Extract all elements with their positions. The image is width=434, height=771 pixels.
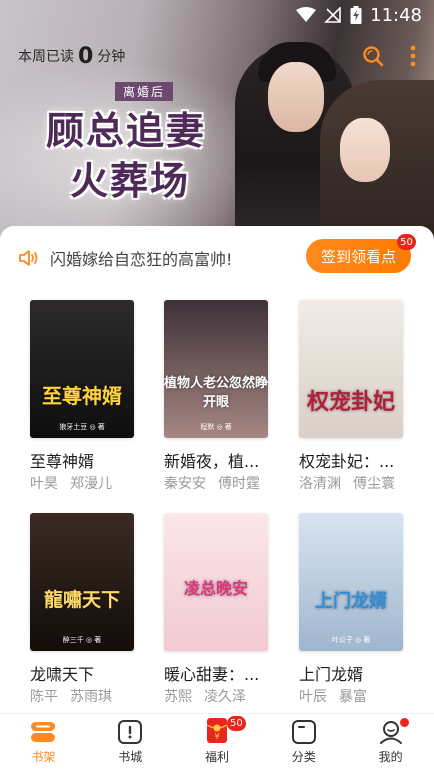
book-title[interactable]: 上门龙婿 bbox=[299, 661, 427, 685]
tab-label: 书架 bbox=[31, 750, 56, 764]
checkin-button[interactable]: 签到领看点 bbox=[306, 239, 411, 273]
status-bar: 11:48 bbox=[0, 0, 434, 30]
notice-message: 闪婚嫁给自恋狂的高富帅! bbox=[50, 250, 233, 269]
book-tags: 苏熙 凌久泽 bbox=[164, 686, 292, 706]
more-options-icon[interactable] bbox=[410, 45, 416, 67]
status-time: 11:48 bbox=[370, 4, 422, 26]
tab-label: 福利 bbox=[204, 750, 229, 764]
book-cover[interactable]: 植物人老公忽然睁开眼程默 ◎ 著 bbox=[164, 300, 268, 438]
book-title[interactable]: 暖心甜妻：... bbox=[164, 661, 292, 685]
tab-category[interactable]: 分类 bbox=[260, 714, 347, 771]
banner-title-line1: 顾总追妻 bbox=[46, 108, 207, 153]
book-tag: 凌久泽 bbox=[204, 689, 246, 705]
book-cover[interactable]: 上门龙婿叶公子 ◎ 著 bbox=[299, 513, 403, 651]
book-tag: 秦安安 bbox=[164, 476, 206, 492]
tab-label: 我的 bbox=[378, 750, 403, 764]
book-tag: 暴富 bbox=[339, 689, 367, 705]
book-tag: 傅时霆 bbox=[218, 476, 260, 492]
book-title[interactable]: 龙啸天下 bbox=[30, 661, 158, 685]
profile-notification-dot bbox=[399, 718, 409, 727]
book-cover-title: 权宠卦妃 bbox=[306, 389, 395, 415]
book-title[interactable]: 权宠卦妃：... bbox=[299, 448, 427, 472]
book-tag: 郑漫儿 bbox=[70, 476, 112, 492]
book-tag: 苏熙 bbox=[164, 689, 192, 705]
book-tags: 秦安安 傅时霆 bbox=[164, 473, 292, 493]
book-cover[interactable]: 凌总晚安 bbox=[164, 513, 268, 651]
book-title[interactable]: 至尊神婿 bbox=[30, 448, 158, 472]
svg-text:¥: ¥ bbox=[214, 732, 219, 741]
weekly-read-prefix: 本周已读 bbox=[18, 49, 74, 65]
tab-profile[interactable]: 我的 bbox=[347, 714, 434, 771]
bottom-tab-bar: 书架 书城 ¥ 福利 50 分类 我的 bbox=[0, 713, 434, 771]
book-tags: 陈平 苏雨琪 bbox=[30, 686, 158, 706]
weekly-reading-bar: 本周已读 0 分钟 bbox=[0, 38, 434, 74]
banner-woman-face bbox=[340, 118, 390, 182]
tab-label: 分类 bbox=[291, 750, 316, 764]
app-screen: 离婚后 顾总追妻 火葬场 11:48 本周已读 0 分钟 闪婚嫁给自恋狂的高富帅… bbox=[0, 0, 434, 771]
book-cover[interactable]: 权宠卦妃 bbox=[299, 300, 403, 438]
promo-banner[interactable]: 离婚后 顾总追妻 火葬场 bbox=[0, 0, 434, 245]
book-tag: 苏雨琪 bbox=[70, 689, 112, 705]
book-tag: 叶辰 bbox=[299, 689, 327, 705]
banner-subtitle: 离婚后 bbox=[115, 82, 174, 101]
book-cover-title: 凌总晚安 bbox=[183, 579, 248, 598]
book-cover-title: 植物人老公忽然睁开眼 bbox=[164, 376, 268, 410]
book-tags: 洛清渊 傅尘寰 bbox=[299, 473, 427, 493]
wifi-icon bbox=[296, 7, 317, 22]
weekly-read-minutes: 0 bbox=[78, 43, 94, 69]
book-cover-title: 上门龙婿 bbox=[315, 591, 387, 612]
checkin-badge: 50 bbox=[397, 234, 416, 250]
banner-title-line2: 火葬场 bbox=[70, 158, 191, 203]
book-cover-title: 至尊神婿 bbox=[42, 384, 122, 408]
book-tags: 叶昊 郑漫儿 bbox=[30, 473, 158, 493]
bookstore-icon bbox=[118, 720, 143, 744]
book-cover-author: 狼牙土豆 ◎ 著 bbox=[59, 423, 105, 431]
tab-bookshelf[interactable]: 书架 bbox=[0, 714, 87, 771]
book-cover[interactable]: 至尊神婿狼牙土豆 ◎ 著 bbox=[30, 300, 134, 438]
book-cover-author: 叶公子 ◎ 著 bbox=[331, 636, 371, 644]
book-tag: 叶昊 bbox=[30, 476, 58, 492]
book-tag: 洛清渊 bbox=[299, 476, 341, 492]
welfare-badge: 50 bbox=[226, 716, 246, 731]
battery-charging-icon bbox=[350, 6, 362, 24]
tab-label: 书城 bbox=[118, 750, 143, 764]
search-icon[interactable] bbox=[362, 45, 384, 67]
book-cover-author: 醉三千 ◎ 著 bbox=[62, 636, 102, 644]
bookshelf-icon bbox=[31, 722, 56, 742]
book-cover-author: 程默 ◎ 著 bbox=[200, 423, 232, 431]
book-tag: 傅尘寰 bbox=[353, 476, 395, 492]
weekly-read-suffix: 分钟 bbox=[97, 49, 126, 65]
tab-welfare[interactable]: ¥ 福利 50 bbox=[174, 714, 261, 771]
book-cover[interactable]: 龍嘯天下醉三千 ◎ 著 bbox=[30, 513, 134, 651]
tab-bookstore[interactable]: 书城 bbox=[87, 714, 174, 771]
red-packet-icon: ¥ bbox=[206, 718, 228, 743]
no-signal-icon bbox=[324, 7, 341, 23]
category-icon bbox=[291, 720, 316, 744]
book-title[interactable]: 新婚夜，植... bbox=[164, 448, 292, 472]
book-tag: 陈平 bbox=[30, 689, 58, 705]
book-tags: 叶辰 暴富 bbox=[299, 686, 427, 706]
book-cover-title: 龍嘯天下 bbox=[43, 589, 120, 611]
speaker-icon bbox=[19, 250, 38, 266]
